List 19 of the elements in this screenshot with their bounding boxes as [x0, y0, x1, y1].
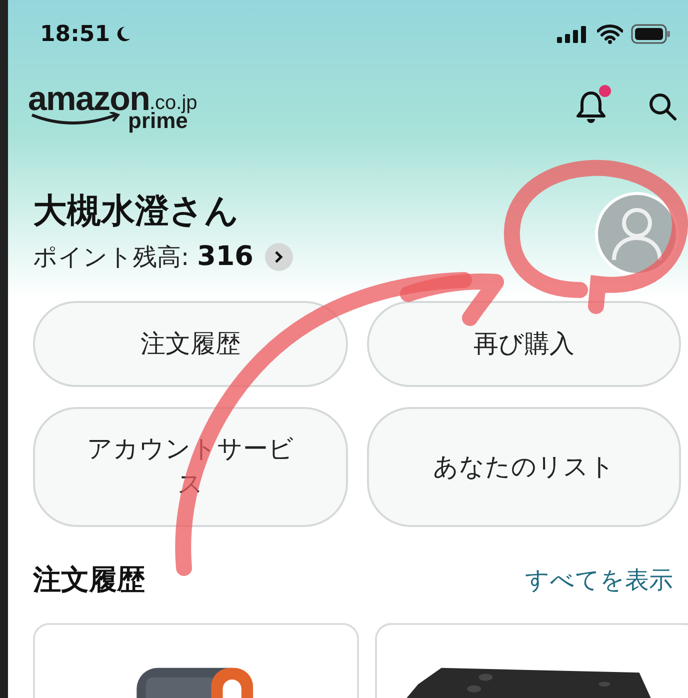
points-chevron-button[interactable] — [265, 242, 294, 271]
see-all-link[interactable]: すべてを表示 — [525, 562, 673, 598]
amazon-prime-logo[interactable]: amazon.co.jp prime — [28, 82, 198, 132]
clock-time: 18:51 — [40, 20, 110, 48]
points-value: 316 — [197, 240, 254, 274]
signal-icon — [557, 25, 589, 43]
wifi-icon — [597, 24, 623, 44]
person-icon — [610, 206, 664, 262]
quick-action-button[interactable]: 注文履歴 — [33, 300, 348, 387]
points-label: ポイント残高: — [33, 242, 190, 273]
chevron-right-icon — [274, 250, 284, 264]
quick-action-button[interactable]: あなたのリスト — [366, 406, 681, 527]
search-icon — [648, 92, 678, 122]
quick-action-button[interactable]: 再び購入 — [366, 300, 681, 387]
battery-icon — [631, 24, 671, 44]
user-greeting: 大槻水澄さん — [33, 190, 240, 232]
bell-icon — [575, 89, 607, 125]
section-title: 注文履歴 — [33, 562, 145, 598]
search-button[interactable] — [647, 91, 679, 123]
